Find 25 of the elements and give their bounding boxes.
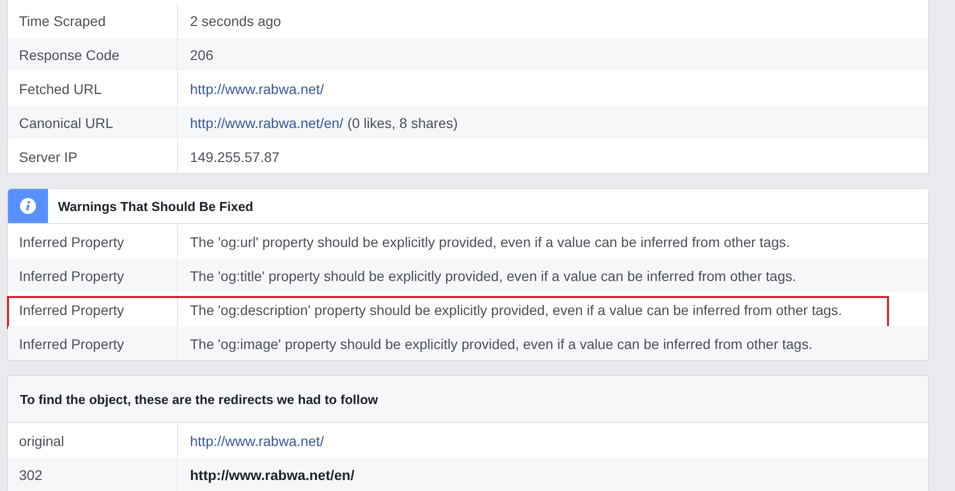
property-value: 206 bbox=[190, 46, 214, 62]
url-link[interactable]: http://www.rabwa.net/ bbox=[190, 432, 324, 448]
redirect-status: 302 bbox=[19, 466, 42, 482]
warning-message: The 'og:url' property should be explicitly provided, even if a value can be inferred from other tags. bbox=[190, 234, 790, 250]
url-link[interactable]: http://www.rabwa.net/en/ bbox=[190, 114, 344, 130]
property-label: Server IP bbox=[19, 148, 78, 164]
warning-type: Inferred Property bbox=[19, 336, 124, 352]
property-value: 149.255.57.87 bbox=[190, 148, 280, 164]
warning-message: The 'og:title' property should be explicitly provided, even if a value can be inferred from other tags. bbox=[190, 268, 796, 284]
warning-type: Inferred Property bbox=[19, 268, 124, 284]
share-count: (0 likes, 8 shares) bbox=[347, 114, 458, 130]
property-label: Response Code bbox=[19, 46, 120, 62]
warning-type: Inferred Property bbox=[19, 302, 124, 318]
redirect-status: original bbox=[19, 432, 64, 448]
section-title: To find the object, these are the redirects we had to follow bbox=[20, 392, 378, 406]
url-link[interactable]: http://www.rabwa.net/ bbox=[190, 80, 324, 96]
property-value: 2 seconds ago bbox=[190, 12, 282, 28]
warning-message: The 'og:image' property should be explicitly provided, even if a value can be inferred from other tags. bbox=[190, 336, 812, 352]
property-label: Fetched URL bbox=[19, 80, 102, 96]
property-label: Canonical URL bbox=[19, 114, 114, 130]
section-title: Warnings That Should Be Fixed bbox=[57, 198, 254, 214]
warning-type: Inferred Property bbox=[19, 234, 124, 250]
property-label: Time Scraped bbox=[19, 12, 106, 28]
url-link[interactable]: http://www.rabwa.net/en/ bbox=[190, 466, 354, 482]
warning-message: The 'og:description' property should be explicitly provided, even if a value can be inferred from other tags. bbox=[190, 302, 842, 318]
